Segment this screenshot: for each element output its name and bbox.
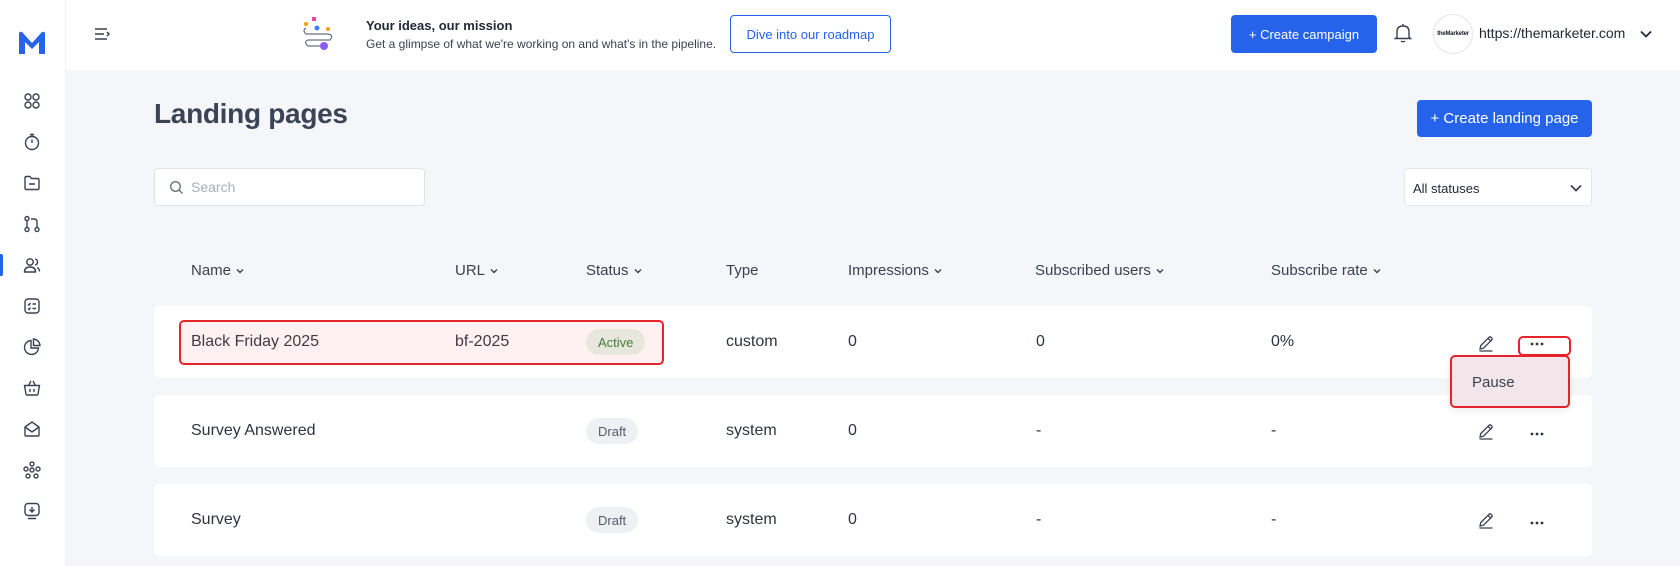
promo-title: Your ideas, our mission bbox=[366, 18, 513, 33]
mail-icon[interactable] bbox=[21, 418, 43, 440]
column-header-label: Subscribe rate bbox=[1271, 262, 1368, 279]
row-action-menu: Pause bbox=[1450, 355, 1570, 408]
status-filter-value: All statuses bbox=[1413, 181, 1480, 196]
column-header-subscribe-rate[interactable]: Subscribe rate bbox=[1271, 262, 1382, 279]
menu-toggle-icon[interactable] bbox=[92, 24, 112, 44]
column-header-subscribed-users[interactable]: Subscribed users bbox=[1035, 262, 1165, 279]
pie-chart-icon[interactable] bbox=[21, 336, 43, 358]
edit-pencil-icon[interactable] bbox=[1476, 421, 1496, 441]
grid-icon[interactable] bbox=[21, 90, 43, 112]
pause-menu-item[interactable]: Pause bbox=[1472, 374, 1515, 391]
row-type: custom bbox=[726, 333, 778, 350]
users-icon[interactable] bbox=[21, 254, 43, 276]
create-campaign-button[interactable]: + Create campaign bbox=[1231, 15, 1377, 53]
edit-pencil-icon[interactable] bbox=[1476, 510, 1496, 530]
column-header-impressions[interactable]: Impressions bbox=[848, 262, 943, 279]
more-options-button[interactable] bbox=[1524, 515, 1550, 531]
table-row[interactable]: Survey Draft system 0 - - bbox=[154, 484, 1592, 556]
folder-icon[interactable] bbox=[21, 172, 43, 194]
roadmap-button[interactable]: Dive into our roadmap bbox=[730, 15, 891, 53]
table-row[interactable]: Black Friday 2025 bf-2025 Active custom … bbox=[154, 306, 1592, 378]
active-nav-indicator bbox=[0, 254, 3, 276]
row-subscribe-rate: - bbox=[1271, 422, 1277, 439]
basket-icon[interactable] bbox=[21, 377, 43, 399]
sort-chevron-icon bbox=[1373, 268, 1381, 273]
row-name[interactable]: Black Friday 2025 bbox=[191, 333, 319, 351]
stopwatch-icon[interactable] bbox=[21, 131, 43, 153]
create-landing-page-button[interactable]: + Create landing page bbox=[1417, 100, 1592, 137]
brand-logo[interactable] bbox=[17, 30, 47, 56]
ellipsis-icon bbox=[1530, 342, 1544, 346]
column-header-label: URL bbox=[455, 262, 486, 279]
row-impressions: 0 bbox=[848, 511, 857, 528]
row-type: system bbox=[726, 422, 777, 439]
account-avatar[interactable]: theMarketer bbox=[1433, 14, 1473, 54]
row-impressions: 0 bbox=[848, 333, 857, 350]
chevron-down-icon[interactable] bbox=[1639, 27, 1653, 41]
promo-subtitle: Get a glimpse of what we're working on a… bbox=[366, 37, 717, 51]
column-header-label: Status bbox=[586, 262, 629, 279]
row-name[interactable]: Survey bbox=[191, 511, 241, 529]
network-icon[interactable] bbox=[21, 459, 43, 481]
row-subscribed-users: - bbox=[1036, 422, 1042, 439]
column-header-label: Impressions bbox=[848, 262, 929, 279]
search-icon bbox=[169, 180, 183, 194]
status-badge: Active bbox=[586, 329, 646, 355]
sort-chevron-icon bbox=[934, 268, 942, 273]
top-bar: Your ideas, our mission Get a glimpse of… bbox=[66, 0, 1680, 70]
status-filter-select[interactable]: All statuses bbox=[1404, 168, 1592, 206]
row-subscribed-users: 0 bbox=[1036, 333, 1045, 350]
sidebar bbox=[0, 0, 66, 566]
sort-chevron-icon bbox=[490, 268, 498, 273]
git-branch-icon[interactable] bbox=[21, 213, 43, 235]
bell-icon[interactable] bbox=[1392, 22, 1414, 44]
more-options-button[interactable] bbox=[1524, 336, 1550, 352]
account-url[interactable]: https://themarketer.com bbox=[1479, 25, 1625, 41]
row-url: bf-2025 bbox=[455, 333, 510, 350]
row-type: system bbox=[726, 511, 777, 528]
more-options-button[interactable] bbox=[1524, 426, 1550, 442]
search-box[interactable] bbox=[154, 168, 425, 206]
sort-chevron-icon bbox=[634, 268, 642, 273]
chevron-down-icon bbox=[1570, 184, 1582, 192]
ellipsis-icon bbox=[1530, 432, 1544, 436]
row-impressions: 0 bbox=[848, 422, 857, 439]
column-header-type: Type bbox=[726, 262, 759, 279]
row-subscribed-users: - bbox=[1036, 511, 1042, 528]
column-header-label: Name bbox=[191, 262, 232, 279]
row-name[interactable]: Survey Answered bbox=[191, 422, 316, 440]
table-row[interactable]: Survey Answered Draft system 0 - - bbox=[154, 395, 1592, 467]
ellipsis-icon bbox=[1530, 521, 1544, 525]
sort-chevron-icon bbox=[1156, 268, 1164, 273]
column-header-url[interactable]: URL bbox=[455, 262, 499, 279]
sort-chevron-icon bbox=[236, 268, 244, 273]
roadmap-illustration-icon bbox=[303, 17, 333, 50]
column-header-status[interactable]: Status bbox=[586, 262, 643, 279]
edit-pencil-icon[interactable] bbox=[1476, 333, 1496, 353]
status-badge: Draft bbox=[586, 418, 639, 444]
checklist-icon[interactable] bbox=[21, 295, 43, 317]
status-badge: Draft bbox=[586, 507, 639, 533]
column-header-name[interactable]: Name bbox=[191, 262, 245, 279]
page-title: Landing pages bbox=[154, 98, 348, 129]
column-header-label: Subscribed users bbox=[1035, 262, 1151, 279]
row-subscribe-rate: 0% bbox=[1271, 333, 1295, 350]
column-header-label: Type bbox=[726, 262, 759, 279]
row-subscribe-rate: - bbox=[1271, 511, 1277, 528]
download-icon[interactable] bbox=[21, 500, 43, 522]
search-input[interactable] bbox=[191, 169, 416, 205]
